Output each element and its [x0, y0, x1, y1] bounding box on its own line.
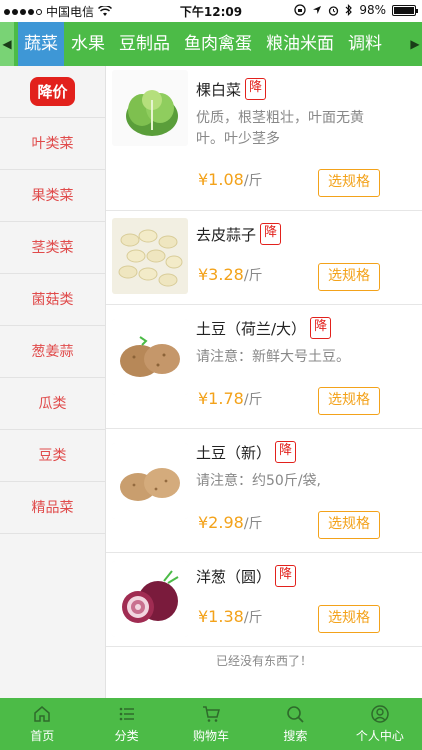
tab-cart-label: 购物车: [193, 729, 230, 743]
product-price-row: ¥1.78/斤: [198, 389, 263, 409]
tab-category[interactable]: 分类: [84, 698, 168, 750]
tab-category-label: 分类: [114, 729, 139, 743]
tab-grain-oil[interactable]: 粮油米面: [259, 22, 341, 66]
price-drop-tag: 降: [275, 441, 297, 463]
search-icon: [287, 706, 305, 723]
rotation-lock-icon: [294, 4, 306, 16]
sidebar-item-melon[interactable]: 瓜类: [0, 378, 105, 430]
tab-home-label: 首页: [30, 729, 55, 743]
sidebar-item-onion-ginger-garlic[interactable]: 葱姜蒜: [0, 326, 105, 378]
location-icon: [313, 6, 322, 14]
subcategory-sidebar: 降价 叶类菜 果类菜 茎类菜 菌菇类 葱姜蒜 瓜类 豆类 精品菜: [0, 66, 106, 698]
product-name[interactable]: 棵白菜: [196, 79, 241, 100]
cart-icon: [203, 706, 221, 722]
product-image-potato-large[interactable]: [112, 319, 188, 395]
product-list[interactable]: 棵白菜 降 优质，根茎粗壮，叶面无黄叶。叶少茎多 ¥1.08/斤 选规格 去皮蒜…: [106, 66, 422, 698]
tab-search[interactable]: 搜索: [253, 698, 337, 750]
product-item[interactable]: 棵白菜 降 优质，根茎粗壮，叶面无黄叶。叶少茎多 ¥1.08/斤 选规格: [106, 66, 422, 211]
tab-cart[interactable]: 购物车: [169, 698, 253, 750]
select-spec-button[interactable]: 选规格: [318, 169, 380, 197]
price-drop-tag: 降: [260, 223, 282, 245]
product-price: ¥2.98: [198, 513, 244, 532]
tab-seasoning[interactable]: 调料: [341, 22, 389, 66]
sidebar-item-price-drop[interactable]: 降价: [0, 66, 105, 118]
battery-percent: 98%: [359, 3, 386, 17]
select-spec-button[interactable]: 选规格: [318, 387, 380, 415]
product-name[interactable]: 土豆（荷兰/大）: [196, 318, 306, 339]
price-unit: /斤: [243, 173, 263, 189]
tab-meat-fish-eggs[interactable]: 鱼肉禽蛋: [177, 22, 259, 66]
product-price: ¥1.78: [198, 389, 244, 408]
tab-profile-label: 个人中心: [355, 729, 404, 743]
product-description: 优质，根茎粗壮，叶面无黄叶。叶少茎多: [196, 110, 364, 147]
scroll-right-arrow-icon[interactable]: ▶: [408, 22, 422, 66]
product-name[interactable]: 土豆（新）: [196, 442, 271, 463]
price-unit: /斤: [243, 268, 263, 284]
product-price-row: ¥2.98/斤: [198, 513, 263, 533]
tab-search-label: 搜索: [283, 729, 308, 743]
sidebar-item-leafy[interactable]: 叶类菜: [0, 118, 105, 170]
product-price-row: ¥3.28/斤: [198, 265, 263, 285]
bottom-tab-bar: 首页 分类 购物车 搜索 个人中心: [0, 698, 422, 750]
price-drop-tag: 降: [310, 317, 332, 339]
tab-soy-products[interactable]: 豆制品: [112, 22, 177, 66]
sidebar-item-beans[interactable]: 豆类: [0, 430, 105, 482]
price-unit: /斤: [243, 610, 263, 626]
sidebar-item-fruiting[interactable]: 果类菜: [0, 170, 105, 222]
price-drop-badge: 降价: [30, 77, 75, 106]
product-price: ¥1.38: [198, 607, 244, 626]
category-tabs: 蔬菜 水果 豆制品 鱼肉禽蛋 粮油米面 调料: [18, 22, 389, 66]
product-image-cabbage[interactable]: [112, 70, 188, 146]
product-price-row: ¥1.38/斤: [198, 607, 263, 627]
tab-fruit[interactable]: 水果: [64, 22, 112, 66]
product-price: ¥1.08: [198, 170, 244, 189]
product-item[interactable]: 土豆（新） 降 请注意：约50斤/袋, ¥2.98/斤 选规格: [106, 429, 422, 553]
product-price: ¥3.28: [198, 265, 244, 284]
product-name[interactable]: 洋葱（圆）: [196, 566, 271, 587]
product-name[interactable]: 去皮蒜子: [196, 224, 256, 245]
scroll-left-arrow-icon[interactable]: ◀: [0, 22, 14, 66]
product-item[interactable]: 洋葱（圆） 降 ¥1.38/斤 选规格: [106, 553, 422, 647]
product-description: 请注意：约50斤/袋,: [196, 473, 321, 489]
sidebar-item-premium[interactable]: 精品菜: [0, 482, 105, 534]
list-icon: [119, 707, 134, 721]
category-top-nav: ◀ 蔬菜 水果 豆制品 鱼肉禽蛋 粮油米面 调料 ▶: [0, 22, 422, 66]
bluetooth-icon: [345, 4, 353, 16]
battery-icon: [392, 4, 418, 16]
home-icon: [34, 706, 50, 722]
select-spec-button[interactable]: 选规格: [318, 605, 380, 633]
status-bar: 中国电信 下午12:09 98%: [0, 0, 422, 22]
price-drop-tag: 降: [245, 78, 267, 100]
list-end-message: 已经没有东西了！: [215, 654, 312, 668]
sidebar-item-mushroom[interactable]: 菌菇类: [0, 274, 105, 326]
product-image-peeled-garlic[interactable]: [112, 218, 188, 294]
tab-home[interactable]: 首页: [0, 698, 84, 750]
tab-profile[interactable]: 个人中心: [338, 698, 422, 750]
price-unit: /斤: [243, 516, 263, 532]
alarm-icon: [329, 5, 339, 16]
user-icon: [371, 705, 389, 723]
price-drop-tag: 降: [275, 565, 297, 587]
product-item[interactable]: 去皮蒜子 降 ¥3.28/斤 选规格: [106, 211, 422, 305]
product-image-onion[interactable]: [112, 561, 188, 637]
price-unit: /斤: [243, 392, 263, 408]
select-spec-button[interactable]: 选规格: [318, 263, 380, 291]
sidebar-item-stem[interactable]: 茎类菜: [0, 222, 105, 274]
product-image-potato-new[interactable]: [112, 443, 188, 519]
product-price-row: ¥1.08/斤: [198, 170, 263, 190]
product-description: 请注意：新鲜大号土豆。: [196, 349, 350, 365]
select-spec-button[interactable]: 选规格: [318, 511, 380, 539]
tab-vegetables[interactable]: 蔬菜: [18, 22, 64, 66]
product-item[interactable]: 土豆（荷兰/大） 降 请注意：新鲜大号土豆。 ¥1.78/斤 选规格: [106, 305, 422, 429]
